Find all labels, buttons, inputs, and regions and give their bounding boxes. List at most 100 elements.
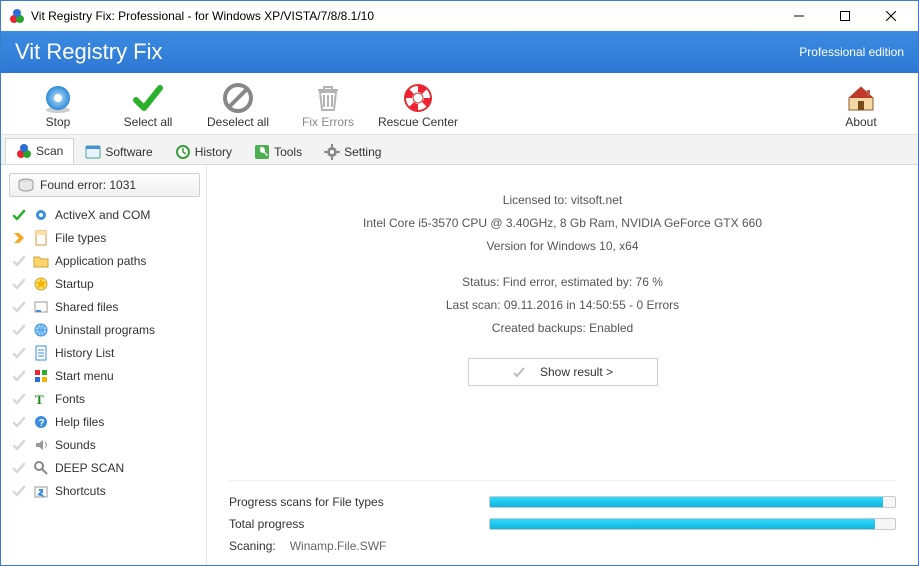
sidebar-item-label: Shared files — [55, 300, 118, 314]
sidebar-item-label: Fonts — [55, 392, 85, 406]
scanning-label: Scaning: — [229, 539, 276, 553]
globe-icon — [33, 322, 49, 338]
maximize-button[interactable] — [822, 1, 868, 31]
tab-tools[interactable]: Tools — [243, 138, 313, 164]
fonts-icon: T — [33, 391, 49, 407]
sidebar-item-fonts[interactable]: T Fonts — [9, 387, 200, 410]
version-line: Version for Windows 10, x64 — [229, 235, 896, 258]
filetype-icon — [33, 230, 49, 246]
select-all-button[interactable]: Select all — [103, 79, 193, 132]
sidebar-item-label: File types — [55, 231, 106, 245]
software-icon — [85, 144, 101, 160]
tab-history[interactable]: History — [164, 138, 243, 164]
shared-icon — [33, 299, 49, 315]
tab-label: History — [195, 145, 232, 159]
pending-state-icon — [11, 299, 27, 315]
sidebar-item-label: Startup — [55, 277, 94, 291]
done-state-icon — [11, 207, 27, 223]
status-line: Status: Find error, estimated by: 76 % — [229, 271, 896, 294]
app-title: Vit Registry Fix — [15, 39, 163, 65]
found-error-label: Found error: 1031 — [40, 178, 136, 192]
help-icon: ? — [33, 414, 49, 430]
pending-state-icon — [11, 414, 27, 430]
sidebar: Found error: 1031 ActiveX and COM File ty… — [1, 165, 207, 565]
current-state-icon — [11, 230, 27, 246]
content-area: Licensed to: vitsoft.net Intel Core i5-3… — [207, 165, 918, 565]
info-block: Licensed to: vitsoft.net Intel Core i5-3… — [229, 189, 896, 340]
pending-state-icon — [11, 276, 27, 292]
deselect-all-button[interactable]: Deselect all — [193, 79, 283, 132]
last-scan-line: Last scan: 09.11.2016 in 14:50:55 - 0 Er… — [229, 294, 896, 317]
shortcuts-icon — [33, 483, 49, 499]
sidebar-item-application-paths[interactable]: Application paths — [9, 249, 200, 272]
pending-state-icon — [11, 391, 27, 407]
tab-label: Tools — [274, 145, 302, 159]
svg-text:T: T — [35, 392, 44, 407]
checkmark-icon — [132, 82, 164, 114]
fix-errors-button: Fix Errors — [283, 79, 373, 132]
stop-icon — [42, 82, 74, 114]
sidebar-item-label: ActiveX and COM — [55, 208, 150, 222]
progress-filetypes-bar — [489, 496, 896, 508]
stop-button[interactable]: Stop — [13, 79, 103, 132]
pending-state-icon — [11, 368, 27, 384]
sidebar-item-label: Shortcuts — [55, 484, 106, 498]
sidebar-item-startup[interactable]: Startup — [9, 272, 200, 295]
sidebar-item-start-menu[interactable]: Start menu — [9, 364, 200, 387]
sidebar-item-label: Sounds — [55, 438, 96, 452]
tab-scan[interactable]: Scan — [5, 138, 74, 164]
historylist-icon — [33, 345, 49, 361]
sounds-icon — [33, 437, 49, 453]
backups-line: Created backups: Enabled — [229, 317, 896, 340]
show-result-button[interactable]: Show result > — [468, 358, 658, 386]
prohibit-icon — [222, 82, 254, 114]
edition-label: Professional edition — [799, 45, 904, 59]
scan-list: ActiveX and COM File types Application pat… — [9, 203, 200, 502]
minimize-button[interactable] — [776, 1, 822, 31]
titlebar: Vit Registry Fix: Professional - for Win… — [1, 1, 918, 31]
sidebar-item-uninstall-programs[interactable]: Uninstall programs — [9, 318, 200, 341]
sidebar-item-file-types[interactable]: File types — [9, 226, 200, 249]
sidebar-item-label: DEEP SCAN — [55, 461, 124, 475]
tab-label: Setting — [344, 145, 381, 159]
startmenu-icon — [33, 368, 49, 384]
sidebar-item-label: Start menu — [55, 369, 114, 383]
tab-label: Scan — [36, 144, 63, 158]
pending-state-icon — [11, 460, 27, 476]
tab-setting[interactable]: Setting — [313, 138, 392, 164]
gear-icon — [324, 144, 340, 160]
tab-label: Software — [105, 145, 152, 159]
sidebar-item-label: Application paths — [55, 254, 146, 268]
pending-state-icon — [11, 345, 27, 361]
progress-total-bar — [489, 518, 896, 530]
sidebar-item-shortcuts[interactable]: Shortcuts — [9, 479, 200, 502]
main-area: Found error: 1031 ActiveX and COM File ty… — [1, 165, 918, 565]
pending-state-icon — [11, 253, 27, 269]
header-bar: Vit Registry Fix Professional edition — [1, 31, 918, 73]
close-button[interactable] — [868, 1, 914, 31]
show-result-label: Show result > — [540, 365, 613, 379]
lifebuoy-icon — [402, 82, 434, 114]
found-error-box[interactable]: Found error: 1031 — [9, 173, 200, 197]
progress-area: Progress scans for File types Total prog… — [229, 480, 896, 557]
sidebar-item-help-files[interactable]: ? Help files — [9, 410, 200, 433]
tools-icon — [254, 144, 270, 160]
sidebar-item-history-list[interactable]: History List — [9, 341, 200, 364]
sidebar-item-label: History List — [55, 346, 114, 360]
sidebar-item-deep-scan[interactable]: DEEP SCAN — [9, 456, 200, 479]
svg-text:?: ? — [39, 418, 45, 429]
toolbar: Stop Select all Deselect all Fix Errors … — [1, 73, 918, 134]
about-button[interactable]: About — [816, 79, 906, 132]
deepscan-icon — [33, 460, 49, 476]
sidebar-item-label: Uninstall programs — [55, 323, 155, 337]
licensed-line: Licensed to: vitsoft.net — [229, 189, 896, 212]
rescue-center-button[interactable]: Rescue Center — [373, 79, 463, 132]
sidebar-item-shared-files[interactable]: Shared files — [9, 295, 200, 318]
tabs-row: Scan Software History Tools Setting — [1, 134, 918, 165]
sidebar-item-label: Help files — [55, 415, 104, 429]
pending-state-icon — [11, 322, 27, 338]
app-icon — [9, 8, 25, 24]
sidebar-item-sounds[interactable]: Sounds — [9, 433, 200, 456]
tab-software[interactable]: Software — [74, 138, 163, 164]
sidebar-item-activex-and-com[interactable]: ActiveX and COM — [9, 203, 200, 226]
